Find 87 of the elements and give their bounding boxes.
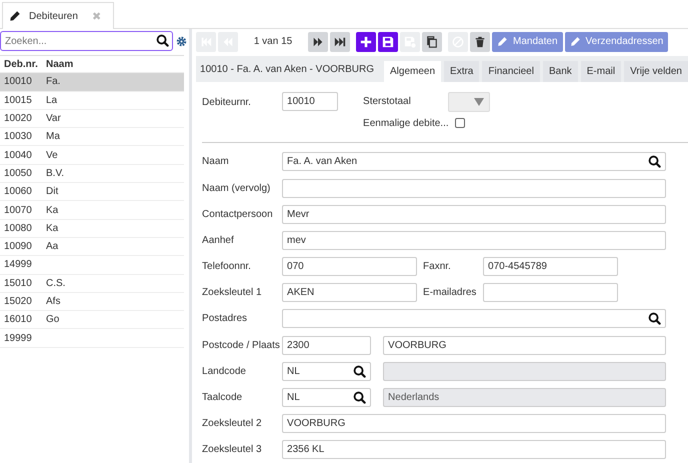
tab[interactable]: E-mail (580, 60, 622, 82)
table-cell-text: 15020 (3, 296, 33, 307)
input-field[interactable]: Fa. A. van Aken (282, 152, 666, 172)
input-field[interactable]: 10010 (282, 92, 338, 111)
field-label: Landcode (202, 366, 247, 377)
list-row[interactable]: 10015 La (0, 92, 184, 110)
input-field[interactable]: VOORBURG (282, 414, 666, 434)
list-row[interactable]: 10010 Fa. (0, 73, 184, 92)
table-cell-text: 10030 (3, 131, 33, 142)
input-field[interactable]: NL (282, 388, 372, 408)
list-row[interactable]: 19999 (0, 329, 184, 348)
readonly-field[interactable]: Nederlands (383, 388, 666, 408)
table-cell-text: Ma (45, 131, 60, 142)
column-header[interactable]: Naam (44, 58, 74, 70)
list-row[interactable]: 10040 Ve (0, 146, 184, 165)
table-cell-text: 10015 (3, 94, 33, 106)
table-cell-text: 10020 (3, 113, 33, 124)
field-label: Naam (202, 156, 230, 168)
input-field[interactable]: VOORBURG (383, 336, 666, 355)
list-row[interactable]: 10070 Ka (0, 201, 184, 220)
table-cell-text: Aa (45, 241, 58, 252)
list-row[interactable]: 10050 B.V. (0, 164, 184, 184)
document-tab[interactable]: Debiteuren ✖ (2, 2, 114, 29)
field-label: Taalcode (202, 392, 244, 404)
table-cell-text: Fa. (45, 76, 60, 88)
tab[interactable]: Vrije velden (624, 60, 688, 82)
table-cell-text: Ka (45, 204, 58, 216)
table-cell-text: Dit (45, 186, 58, 198)
field-label: Zoeksleutel 1 (202, 287, 263, 298)
field-label: Postcode / Plaats (202, 340, 281, 351)
tab[interactable]: Financieel (482, 60, 540, 82)
tab[interactable]: Bank (542, 60, 578, 82)
input-field[interactable]: AKEN (282, 283, 418, 302)
list-row[interactable]: 15020 Afs (0, 292, 184, 312)
page-counter: 1 van 15 (252, 36, 294, 48)
table-cell-text: Ka (45, 222, 58, 234)
input-field[interactable]: Mevr (282, 204, 666, 224)
table-cell-text: Afs (45, 296, 60, 307)
list-row[interactable]: 10090 Aa (0, 238, 184, 256)
field-label: Postadres (202, 313, 248, 324)
list-row[interactable]: 10080 Ka (0, 220, 184, 238)
input-field[interactable]: NL (282, 362, 372, 381)
field-label: Zoeksleutel 3 (202, 444, 263, 456)
table-cell-text: 10010 (3, 76, 33, 88)
tab-label: Debiteuren (29, 10, 78, 22)
field-label: Faxnr. (422, 261, 452, 272)
record-title: 10010 - Fa. A. van Aken - VOORBURG (200, 64, 374, 75)
table-cell-text: Var (45, 113, 61, 124)
tab[interactable]: Extra (444, 60, 480, 82)
column-header[interactable]: Deb.nr. (0, 58, 44, 70)
field-label: Debiteurnr. (202, 96, 252, 108)
table-cell-text: 10050 (3, 168, 33, 179)
input-field[interactable]: 070 (282, 257, 418, 276)
table-cell-text: C.S. (45, 278, 66, 289)
input-field[interactable]: 2300 (282, 336, 372, 355)
field-label: Contactpersoon (202, 208, 274, 220)
tab[interactable]: Algemeen (384, 60, 442, 82)
list-row[interactable]: 15010 C.S. (0, 274, 184, 293)
table-cell-text: 10040 (3, 150, 33, 161)
field-label: Sterstotaal (363, 96, 412, 108)
table-cell-text: 10090 (3, 241, 33, 252)
checkbox-label: Eenmalige debite... (363, 118, 449, 129)
field-label: Naam (vervolg) (202, 182, 272, 194)
field-label: Aanhef (202, 234, 235, 246)
table-cell-text: 10070 (3, 204, 33, 216)
table-cell-text: La (45, 94, 58, 106)
table-cell-text: B.V. (45, 168, 64, 179)
field-label: Zoeksleutel 2 (202, 418, 263, 430)
list-row[interactable]: 10020 Var (0, 110, 184, 128)
input-field[interactable]: 070-4545789 (483, 257, 618, 276)
table-cell-text: 15010 (3, 278, 33, 289)
input-field[interactable]: 2356 KL (282, 440, 666, 460)
input-field[interactable]: mev (282, 230, 666, 250)
list-row[interactable]: 14999 (0, 256, 184, 275)
field-label: E-mailadres (422, 287, 478, 298)
search-field[interactable]: Zoeken... (0, 31, 174, 51)
table-cell-text: 16010 (3, 314, 33, 326)
field-label: Telefoonnr. (202, 261, 252, 272)
table-cell-text: 14999 (3, 259, 33, 270)
table-cell-text: Go (45, 314, 60, 326)
table-cell-text: Ve (45, 150, 58, 161)
list-row[interactable]: 16010 Go (0, 311, 184, 330)
table-cell-text: 10080 (3, 222, 33, 234)
list-row[interactable]: 10060 Dit (0, 183, 184, 202)
list-row[interactable]: 10030 Ma (0, 128, 184, 146)
table-cell-text: 19999 (3, 332, 33, 344)
table-cell-text: 10060 (3, 186, 33, 198)
